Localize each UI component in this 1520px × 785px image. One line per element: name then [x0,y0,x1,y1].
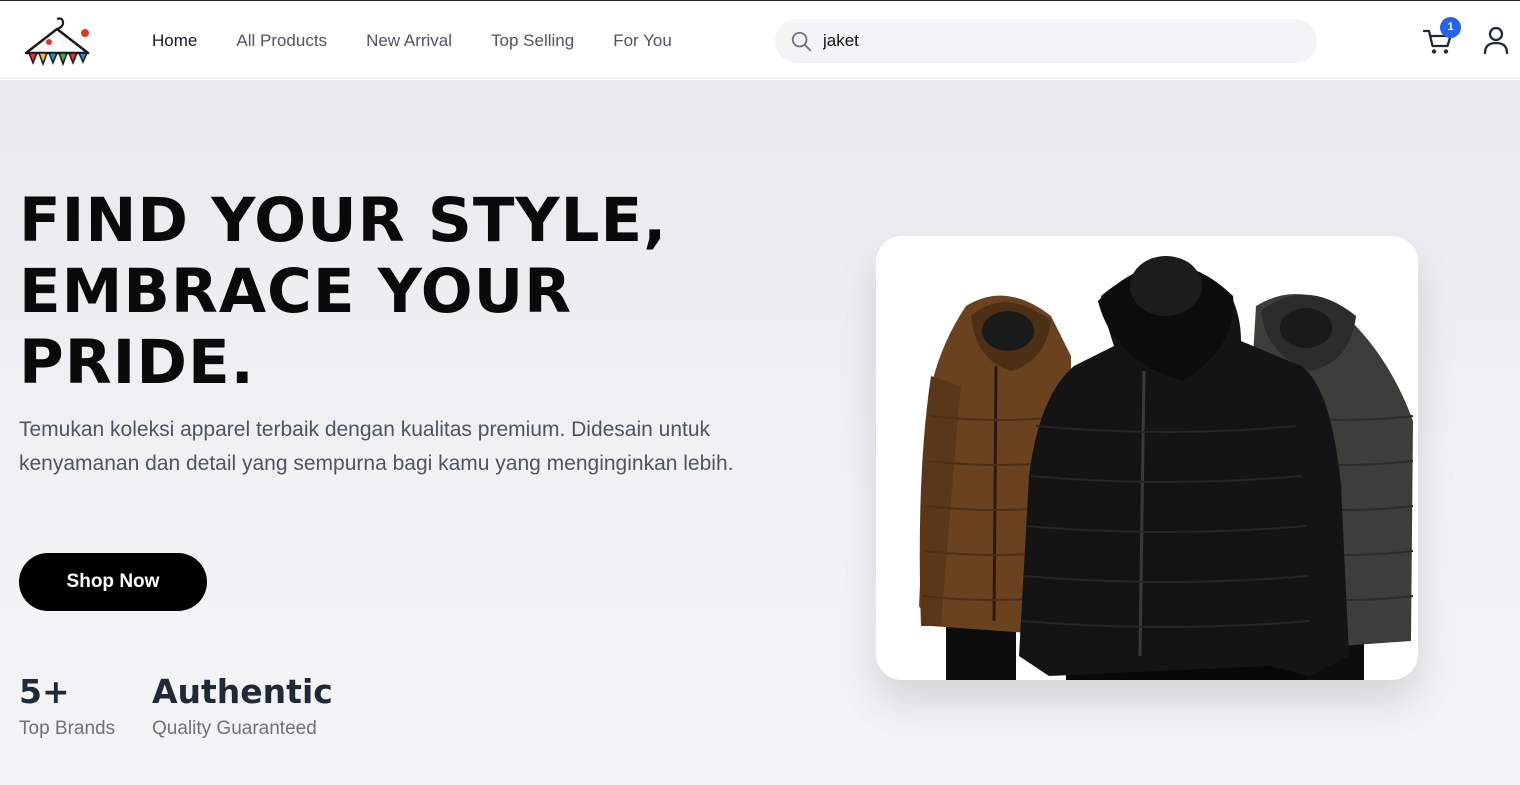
nav-for-you[interactable]: For You [613,31,672,51]
hero-description: Temukan koleksi apparel terbaik dengan k… [19,418,734,475]
hero-product-image [876,236,1418,680]
stat-value: Authentic [152,672,333,711]
nav-home[interactable]: Home [152,31,197,51]
shop-now-button[interactable]: Shop Now [19,553,207,611]
stat-value: 5+ [19,672,70,711]
hero-headline: FIND YOUR STYLE, EMBRACE YOUR PRIDE. [19,185,799,398]
stat-brands: 5+ Top Brands [19,672,115,742]
top-navbar: Home All Products New Arrival Top Sellin… [0,0,1520,79]
headline-line-2: EMBRACE YOUR [19,256,573,327]
headline-line-1: FIND YOUR STYLE, [19,185,668,256]
search-bar [775,19,1317,63]
stat-authentic: Authentic Quality Guaranteed [152,672,333,742]
nav-all-products[interactable]: All Products [236,31,327,51]
brand-logo[interactable] [22,15,92,69]
stat-label: Quality Guaranteed [152,718,317,739]
nav-top-selling[interactable]: Top Selling [491,31,574,51]
user-icon[interactable] [1482,25,1510,55]
search-icon[interactable] [790,30,812,52]
headline-line-3: PRIDE. [19,327,255,398]
main-nav: Home All Products New Arrival Top Sellin… [152,31,672,51]
stat-label: Top Brands [19,718,116,739]
cart-count-badge: 1 [1440,17,1461,38]
hero-section: FIND YOUR STYLE, EMBRACE YOUR PRIDE. Tem… [0,80,1520,785]
search-input[interactable] [823,27,1293,55]
jackets-illustration [919,256,1414,680]
nav-new-arrival[interactable]: New Arrival [366,31,452,51]
